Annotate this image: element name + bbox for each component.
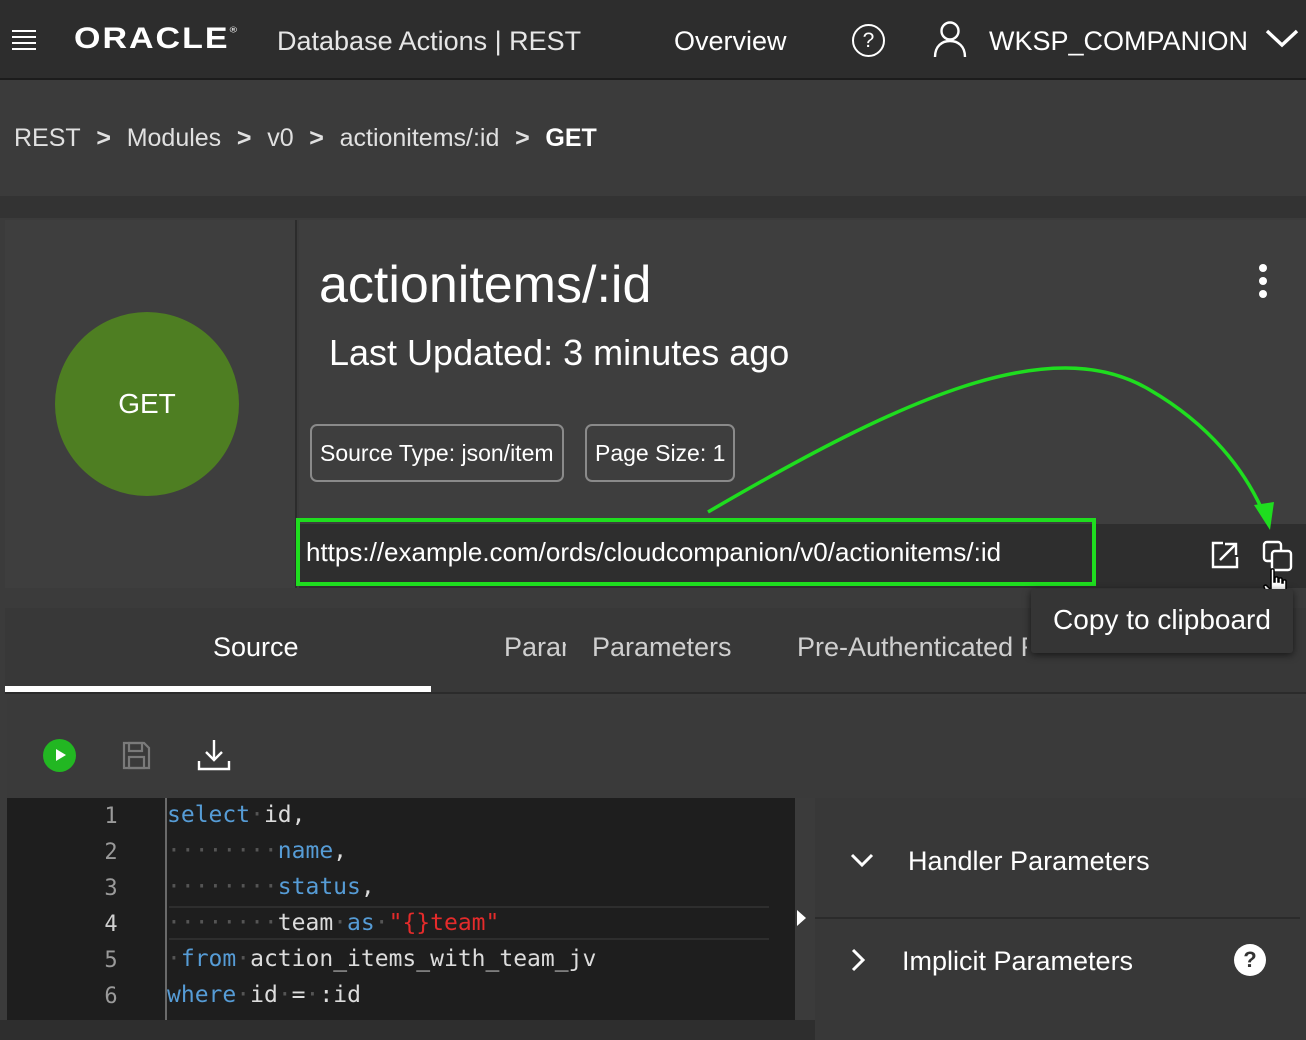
breadcrumb-v0[interactable]: v0: [267, 124, 293, 152]
more-options-icon[interactable]: [1253, 264, 1273, 300]
line-number: 2: [104, 840, 118, 865]
handler-title: actionitems/:id: [319, 256, 652, 314]
breadcrumb-modules[interactable]: Modules: [127, 124, 222, 152]
code-line-5: ·from·action_items_with_team_jv: [167, 946, 597, 972]
tab-parameters-clipped[interactable]: Parameters: [504, 632, 566, 663]
tab-parameters[interactable]: Parameters: [592, 632, 732, 663]
user-icon[interactable]: [932, 20, 968, 58]
run-icon[interactable]: [43, 739, 76, 772]
handler-parameters-accordion[interactable]: Handler Parameters: [908, 846, 1150, 877]
code-line-1: select·id,: [167, 802, 306, 828]
code-line-3: ········status,: [167, 874, 375, 900]
parameters-side-panel: [815, 798, 1306, 1040]
line-number: 1: [104, 804, 118, 829]
handler-method-panel: GET: [5, 220, 297, 588]
code-line-2: ········name,: [167, 838, 348, 864]
breadcrumb: REST > Modules > v0 > actionitems/:id > GET: [14, 124, 597, 158]
hamburger-menu-icon[interactable]: [12, 30, 36, 50]
code-line-6: where·id·=·:id: [167, 982, 361, 1008]
active-tab-indicator: [5, 686, 431, 692]
help-icon[interactable]: ?: [852, 24, 885, 57]
breadcrumb-template[interactable]: actionitems/:id: [340, 124, 500, 152]
chevron-right-icon[interactable]: [846, 948, 870, 972]
tab-pre-authenticated-requests[interactable]: Pre-Authenticated Requests: [797, 632, 1027, 663]
breadcrumb-rest[interactable]: REST: [14, 124, 81, 152]
line-number-current: 4: [104, 912, 118, 937]
breadcrumb-separator: >: [515, 124, 530, 152]
method-badge: GET: [55, 312, 239, 496]
editor-bottom-strip: [0, 1020, 815, 1040]
last-updated-text: Last Updated: 3 minutes ago: [329, 332, 790, 373]
breadcrumb-separator: >: [236, 124, 252, 152]
app-title: Database Actions | REST: [277, 26, 582, 56]
tab-source[interactable]: Source: [213, 632, 299, 663]
code-line-4: ········team·as·"{}team": [167, 910, 500, 936]
panel-divider: [815, 917, 1300, 919]
source-type-chip: Source Type: json/item: [310, 424, 564, 482]
help-icon[interactable]: ?: [1234, 944, 1266, 976]
breadcrumb-separator: >: [96, 124, 111, 152]
chevron-down-icon[interactable]: [850, 848, 874, 872]
overview-link[interactable]: Overview: [674, 26, 787, 57]
download-icon[interactable]: [197, 738, 231, 772]
implicit-parameters-accordion[interactable]: Implicit Parameters: [902, 946, 1133, 977]
breadcrumb-separator: >: [309, 124, 324, 152]
open-in-new-tab-icon[interactable]: [1210, 540, 1240, 570]
copy-tooltip: Copy to clipboard: [1031, 589, 1293, 653]
page-size-chip: Page Size: 1: [585, 424, 736, 482]
oracle-logo: ORACLE®: [74, 22, 237, 55]
line-number: 6: [104, 984, 118, 1009]
sql-code-editor[interactable]: 1 2 3 4 5 6 select·id, ········name, ···…: [7, 798, 795, 1020]
line-number: 3: [104, 876, 118, 901]
breadcrumb-current-get: GET: [545, 124, 597, 152]
username-label[interactable]: WKSP_COMPANION: [989, 26, 1248, 57]
save-icon[interactable]: [121, 740, 152, 771]
top-navigation-bar: ORACLE® Database Actions | REST Overview…: [0, 0, 1306, 80]
line-number: 5: [104, 948, 118, 973]
panel-toggle-arrow-icon[interactable]: [797, 910, 806, 926]
chevron-down-icon[interactable]: [1264, 24, 1300, 52]
handler-url[interactable]: https://example.com/ords/cloudcompanion/…: [306, 537, 1001, 568]
breadcrumb-divider: [0, 196, 1306, 218]
